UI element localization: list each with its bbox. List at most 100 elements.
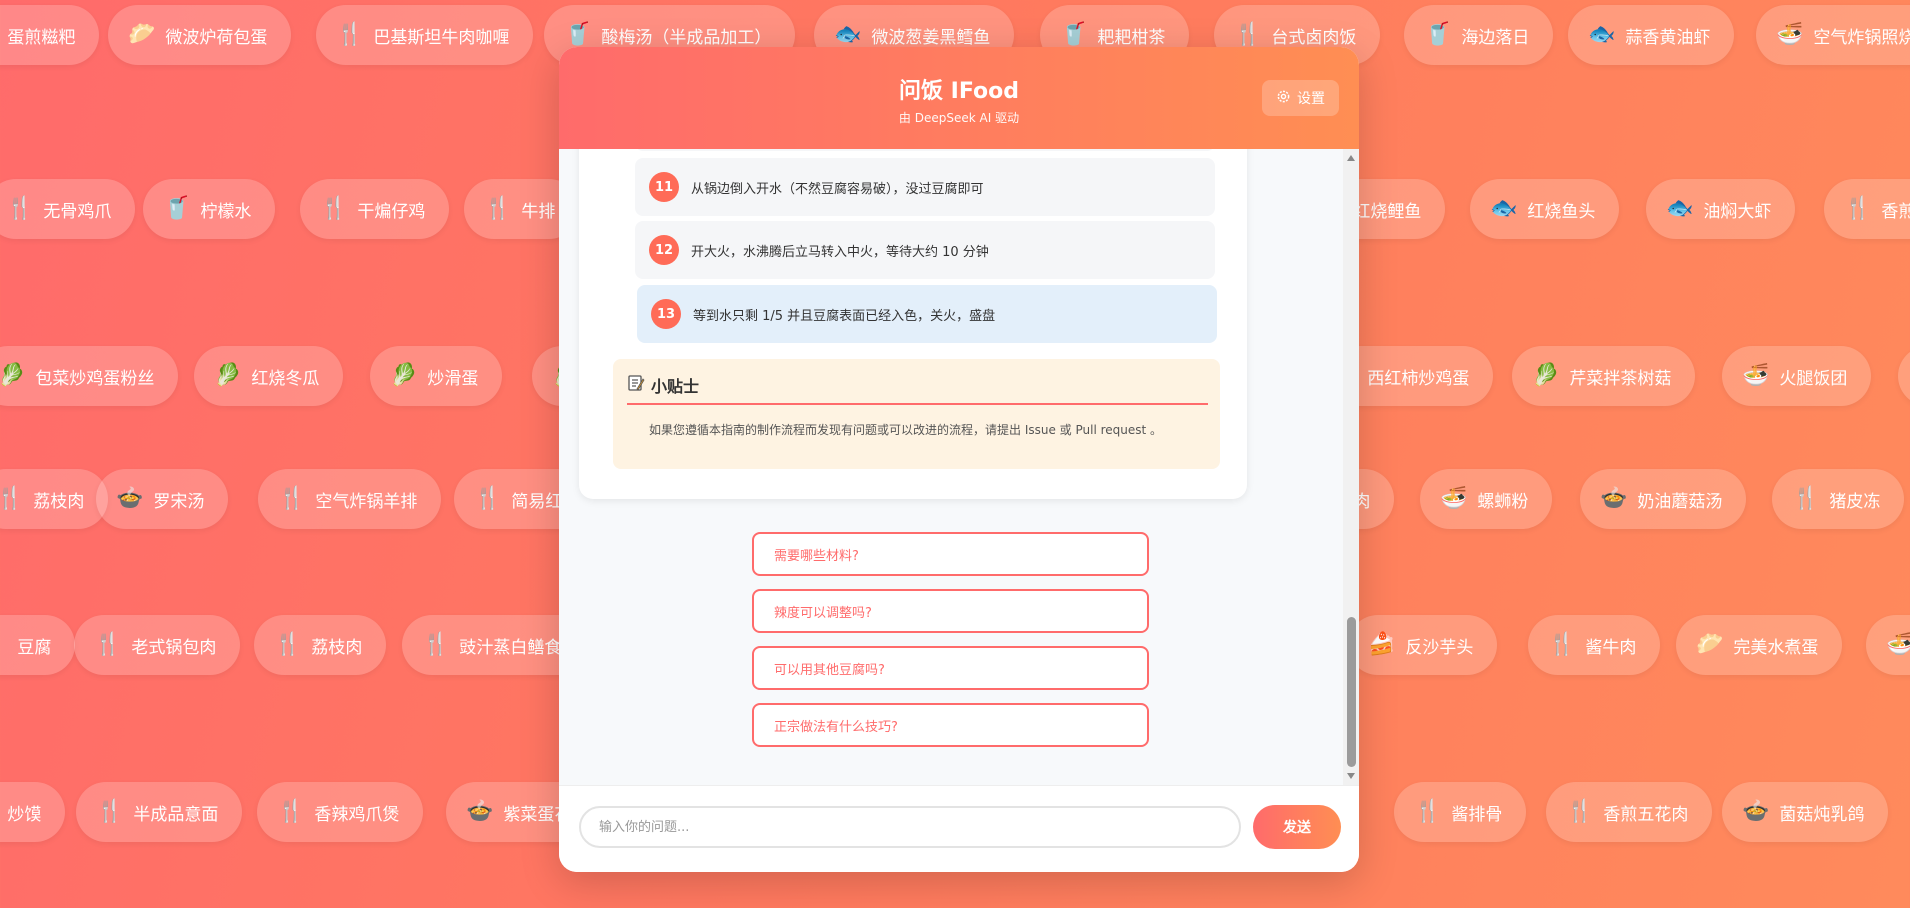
fork-knife-icon: 🍴 <box>336 22 364 47</box>
send-button[interactable]: 发送 <box>1253 805 1341 849</box>
chip-label: 芹菜拌茶树菇 <box>1569 368 1672 389</box>
background-chip: 🍲 菌菇炖乳鸽 <box>1722 782 1889 842</box>
fish-icon: 🐟 <box>834 22 862 47</box>
chat-window: 问饭 IFood 由 DeepSeek AI 驱动 设置 11 从锅边倒入开水（… <box>559 47 1359 872</box>
noodle-bowl-icon: 🍜 <box>1776 22 1804 47</box>
drink-icon: 🥤 <box>163 196 191 221</box>
background-chip: 🥬 芹菜拌茶树菇 <box>1512 346 1696 406</box>
background-chip: 🥤 海边落日 <box>1404 5 1554 65</box>
chip-label: 耙耙柑茶 <box>1097 27 1166 48</box>
fork-knife-icon: 🍴 <box>274 632 302 657</box>
step-number: 12 <box>649 235 679 265</box>
fork-knife-icon: 🍴 <box>94 632 122 657</box>
scrollbar-thumb[interactable] <box>1347 617 1356 767</box>
app-title: 问饭 IFood <box>899 79 1019 104</box>
noodle-bowl-icon: 🍜 <box>1886 632 1910 657</box>
fork-knife-icon: 🍴 <box>1566 799 1594 824</box>
chip-label: 酸梅汤（半成品加工） <box>601 27 772 48</box>
fork-knife-icon: 🍴 <box>6 196 34 221</box>
chip-label: 柠檬水 <box>200 201 252 222</box>
settings-button[interactable]: 设置 <box>1262 80 1339 116</box>
chip-label: 西红柿炒鸡蛋 <box>1367 368 1470 389</box>
vegetable-icon: 🥬 <box>390 363 418 388</box>
chip-label: 红烧鱼头 <box>1527 201 1596 222</box>
background-chip: 🍴 无骨鸡爪 <box>0 179 136 239</box>
background-chip: 🥬 包菜炒鸡蛋粉丝 <box>0 346 179 406</box>
cake-icon: 🍰 <box>1368 632 1396 657</box>
step-text: 从锅边倒入开水（不然豆腐容易破），没过豆腐即可 <box>691 181 984 197</box>
background-chip: 🍜 火腿饭团 <box>1722 346 1872 406</box>
chip-label: 香煎三文鱼 <box>1881 201 1910 222</box>
question-input[interactable] <box>579 806 1241 848</box>
background-chip: 🍜 <box>1866 615 1910 675</box>
fork-knife-icon: 🍴 <box>474 486 502 511</box>
fork-knife-icon: 🍴 <box>1844 196 1872 221</box>
fish-icon: 🐟 <box>1490 196 1518 221</box>
suggestion-button[interactable]: 辣度可以调整吗? <box>752 589 1149 633</box>
background-chip: 🥬 炒滑蛋 <box>370 346 503 406</box>
background-chip: 🍴 半成品意面 <box>76 782 243 842</box>
fork-knife-icon: 🍴 <box>0 634 7 656</box>
recipe-step <box>635 149 1215 151</box>
chip-label: 奶油蘑菇汤 <box>1637 491 1723 512</box>
chip-label: 豆腐 <box>17 637 52 658</box>
chip-label: 红烧冬瓜 <box>251 368 320 389</box>
fish-icon: 🐟 <box>1588 22 1616 47</box>
step-number: 11 <box>649 172 679 202</box>
background-chip: 🍴 荔枝肉 <box>254 615 387 675</box>
chip-label: 荔枝肉 <box>311 637 363 658</box>
noodle-bowl-icon: 🍜 <box>1440 486 1468 511</box>
step-text: 开大火，水沸腾后立马转入中火，等待大约 10 分钟 <box>691 244 989 260</box>
fork-knife-icon: 🍴 <box>422 632 450 657</box>
scrollbar[interactable] <box>1343 149 1359 785</box>
background-chip: 🥤 柠檬水 <box>143 179 276 239</box>
chip-label: 油焖大虾 <box>1703 201 1772 222</box>
background-chip: 🍲 罗宋汤 <box>96 469 229 529</box>
background-chip: 🐟 蒜香黄油虾 <box>1568 5 1735 65</box>
chip-label: 半成品意面 <box>133 804 219 825</box>
scroll-up-arrow-icon[interactable] <box>1347 155 1355 161</box>
tips-title-text: 小贴士 <box>651 377 700 396</box>
vegetable-icon: 🥬 <box>1532 363 1560 388</box>
chip-label: 巴基斯坦牛肉咖喱 <box>373 27 510 48</box>
suggestion-button[interactable]: 可以用其他豆腐吗? <box>752 646 1149 690</box>
background-chip: 🍲 奶油蘑菇汤 <box>1580 469 1747 529</box>
app-subtitle: 由 DeepSeek AI 驱动 <box>898 111 1020 125</box>
background-chip: 🍜 螺蛳粉 <box>1420 469 1553 529</box>
scroll-down-arrow-icon[interactable] <box>1347 773 1355 779</box>
app-header: 问饭 IFood 由 DeepSeek AI 驱动 设置 <box>559 47 1359 149</box>
background-chip: 🍴 老式锅包肉 <box>74 615 241 675</box>
tips-divider <box>627 403 1208 405</box>
background-chip: 🐟 油焖大虾 <box>1646 179 1796 239</box>
suggestion-button[interactable]: 正宗做法有什么技巧? <box>752 703 1149 747</box>
step-number: 13 <box>651 299 681 329</box>
chip-label: 微波葱姜黑鳕鱼 <box>871 27 991 48</box>
background-chip: 🍴 酱牛肉 <box>1528 615 1661 675</box>
background-chip: 🍴 酱排骨 <box>1394 782 1527 842</box>
chat-area: 11 从锅边倒入开水（不然豆腐容易破），没过豆腐即可 12 开大火，水沸腾后立马… <box>559 149 1359 785</box>
fork-knife-icon: 🍴 <box>0 486 24 511</box>
chip-label: 火腿饭团 <box>1779 368 1848 389</box>
recipe-step: 12 开大火，水沸腾后立马转入中火，等待大约 10 分钟 <box>635 221 1215 279</box>
noodle-bowl-icon: 🍜 <box>1742 363 1770 388</box>
dumpling-icon: 🥟 <box>1696 632 1724 657</box>
chip-label: 无骨鸡爪 <box>43 201 112 222</box>
fork-knife-icon: 🍴 <box>320 196 348 221</box>
chip-label: 台式卤肉饭 <box>1271 27 1357 48</box>
tips-box: 小贴士 如果您遵循本指南的制作流程而发现有问题或可以改进的流程，请提出 Issu… <box>613 359 1220 469</box>
fork-knife-icon: 🍴 <box>1234 22 1262 47</box>
soup-icon: 🍲 <box>1600 486 1628 511</box>
chip-label: 海边落日 <box>1461 27 1530 48</box>
chip-label: 牛排 <box>521 201 556 222</box>
memo-icon <box>627 374 645 396</box>
drink-icon: 🥤 <box>1424 22 1452 47</box>
background-chip: 🍴 干煸仔鸡 <box>300 179 450 239</box>
chip-label: 包菜炒鸡蛋粉丝 <box>35 368 155 389</box>
suggestion-button[interactable]: 需要哪些材料? <box>752 532 1149 576</box>
background-chip: 🐟 红烧鱼头 <box>1470 179 1620 239</box>
chip-label: 空气炸锅羊排 <box>315 491 418 512</box>
chip-label: 蛋煎糍粑 <box>7 27 76 48</box>
background-chip: 🥟 完美水煮蛋 <box>1676 615 1843 675</box>
chip-label: 反沙芋头 <box>1405 637 1474 658</box>
soup-icon: 🍲 <box>116 486 144 511</box>
